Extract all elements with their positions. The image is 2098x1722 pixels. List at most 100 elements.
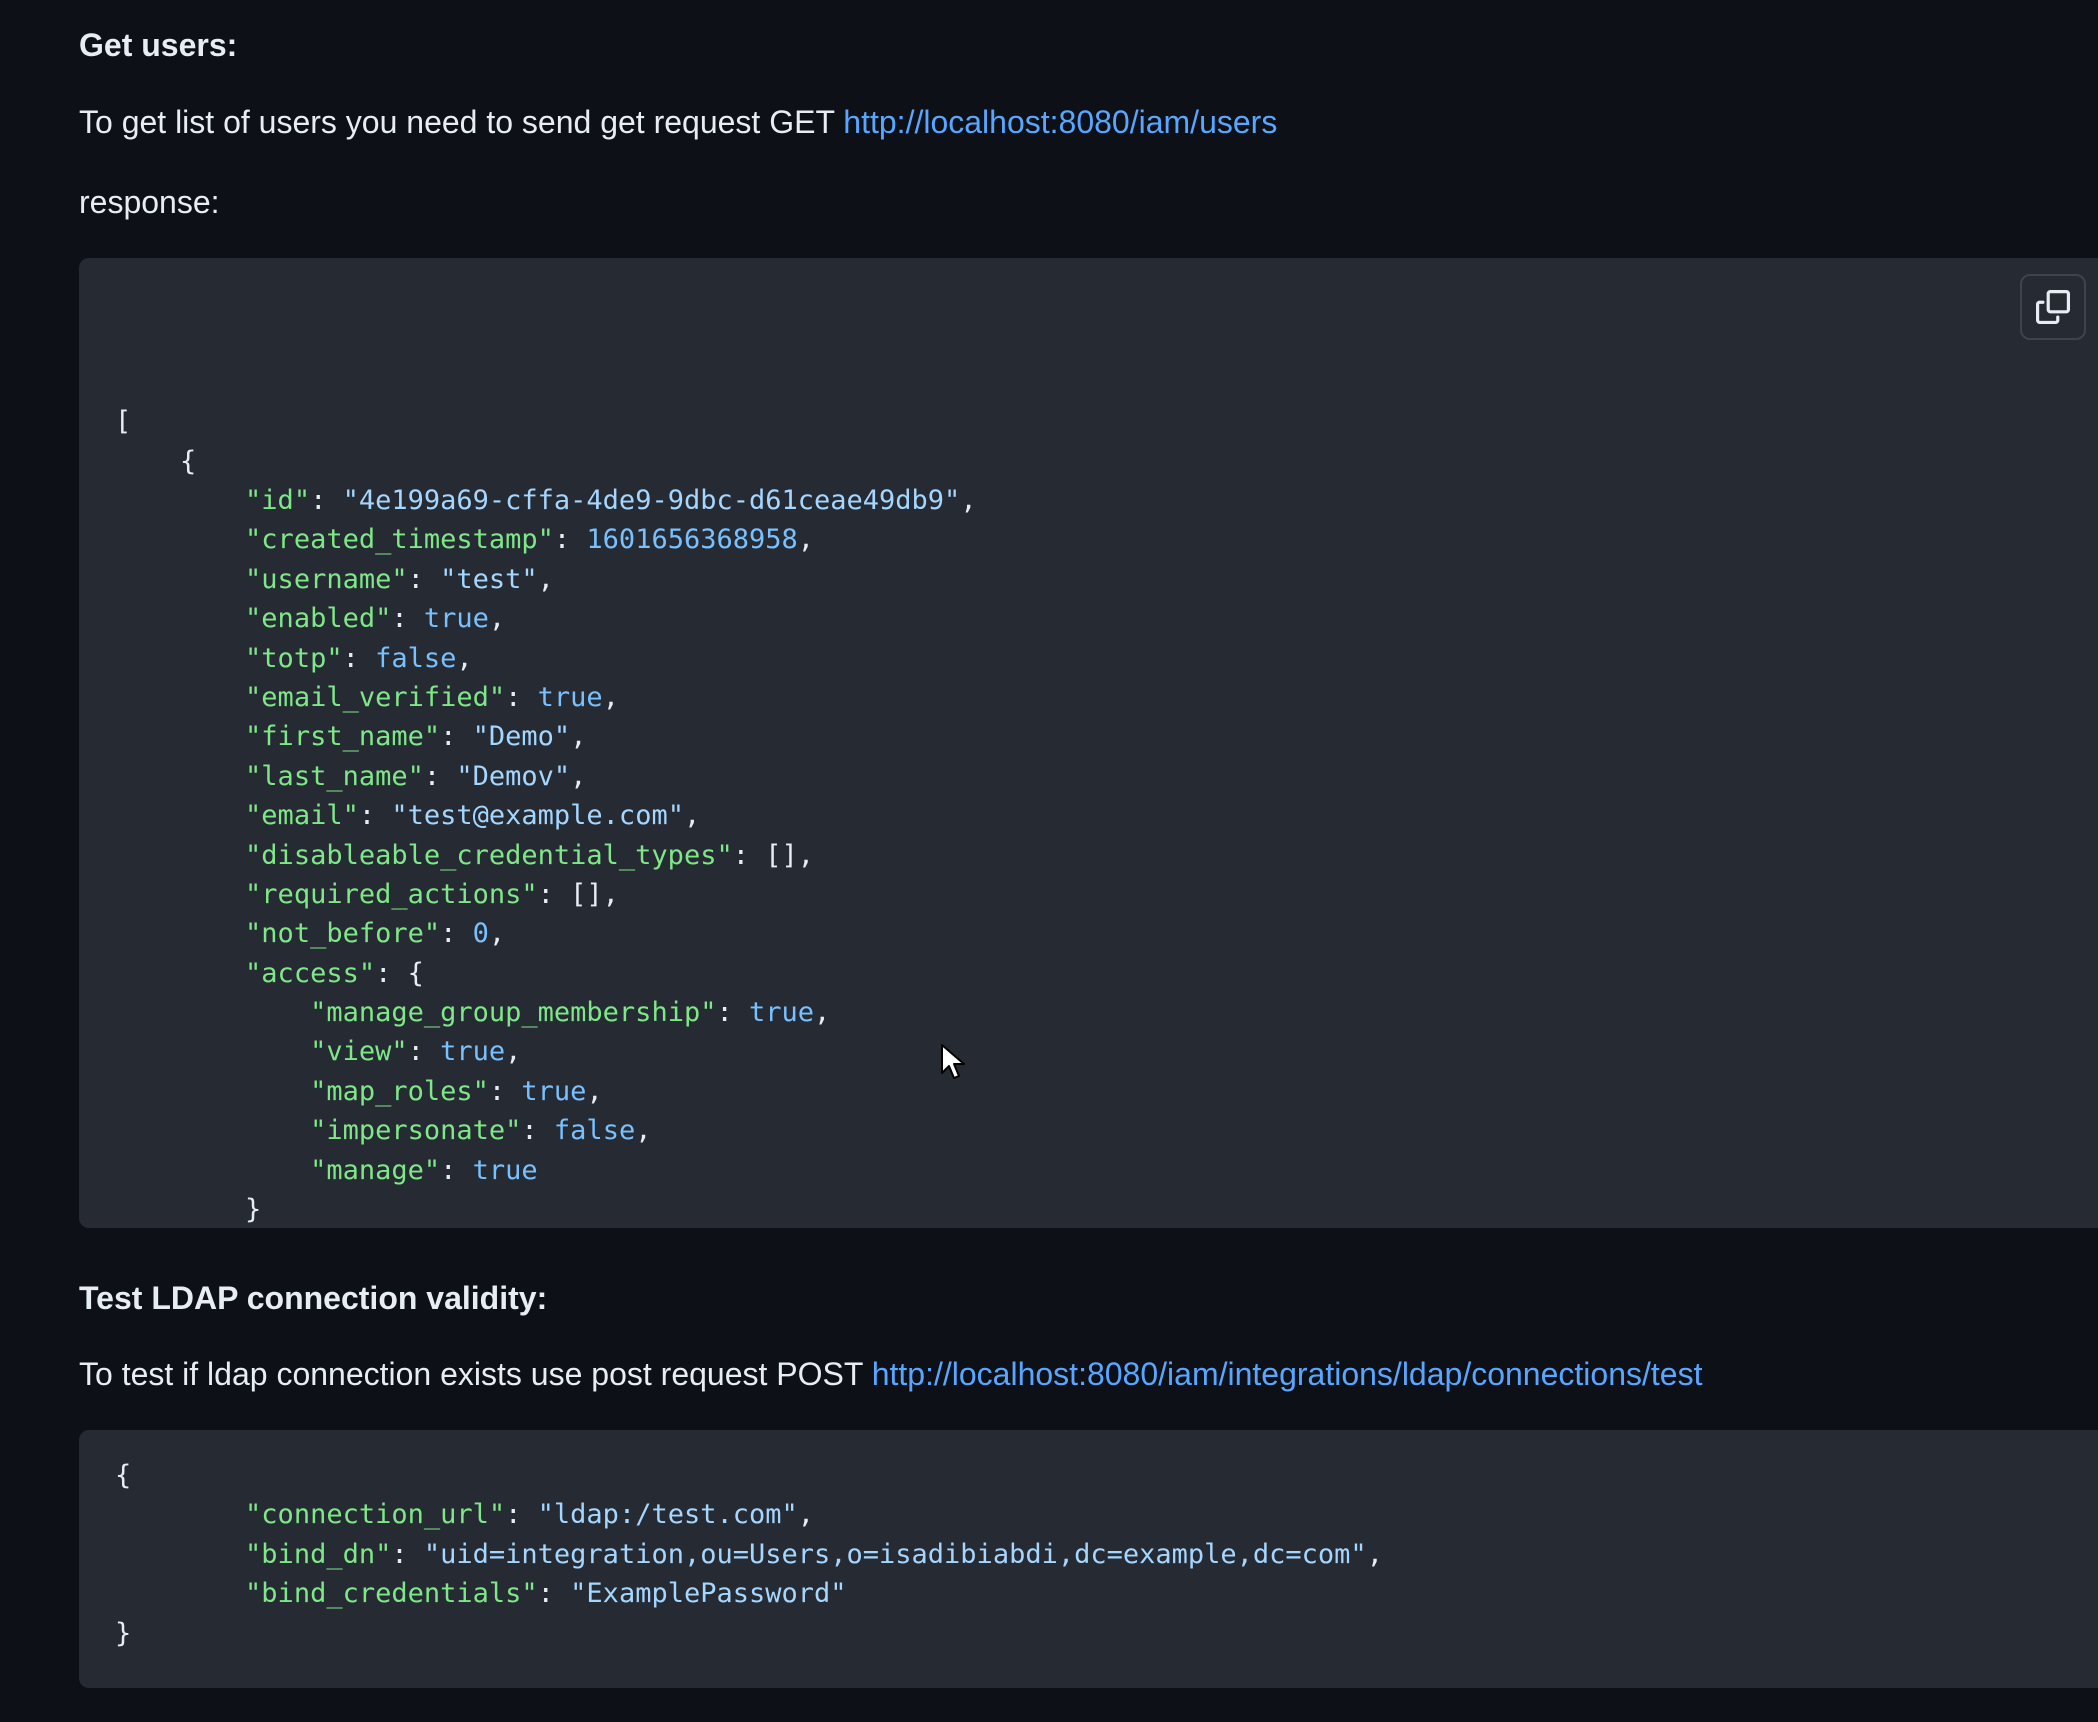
json-key: "manage"	[310, 1154, 441, 1186]
response-label: response:	[79, 184, 220, 220]
json-string: "4e199a69-cffa-4de9-9dbc-d61ceae49db9"	[342, 485, 961, 516]
json-punctuation: :	[342, 642, 376, 674]
code-line: "connection_url": "ldap:/test.com",	[115, 1495, 2098, 1534]
copy-button[interactable]	[2020, 274, 2086, 340]
code-line: }	[115, 1190, 2098, 1228]
json-key: "first_name"	[245, 721, 441, 753]
json-key: "email"	[245, 800, 359, 832]
code-line: "id": "4e199a69-cffa-4de9-9dbc-d61ceae49…	[115, 481, 2098, 520]
json-punctuation	[115, 1499, 245, 1530]
pointer-cursor-icon	[941, 1044, 965, 1079]
json-punctuation: {	[115, 1460, 132, 1491]
json-punctuation	[115, 682, 245, 713]
code-line: "created_timestamp": 1601656368958,	[115, 520, 2098, 559]
json-key: "not_before"	[245, 918, 441, 950]
json-punctuation: :	[423, 760, 457, 792]
code-line: "first_name": "Demo",	[115, 717, 2098, 756]
json-punctuation: ,	[960, 485, 977, 516]
json-key: "map_roles"	[310, 1075, 489, 1107]
json-punctuation	[115, 800, 245, 831]
test-ldap-text: To test if ldap connection exists use po…	[79, 1356, 872, 1392]
json-punctuation: ,	[570, 760, 587, 792]
json-key: "email_verified"	[245, 681, 506, 713]
get-users-description: To get list of users you need to send ge…	[79, 102, 1277, 142]
json-punctuation: }	[115, 1194, 262, 1226]
json-string: "ExamplePassword"	[570, 1578, 847, 1610]
json-punctuation: ,	[537, 563, 554, 595]
json-string: "Demo"	[472, 721, 571, 753]
json-punctuation: }	[115, 1617, 132, 1649]
json-punctuation: [	[115, 406, 132, 438]
json-value: true	[423, 603, 489, 635]
json-punctuation: ,	[814, 997, 831, 1029]
json-punctuation: : {	[375, 957, 424, 989]
json-punctuation: ,	[586, 1075, 603, 1107]
json-string: "uid=integration,ou=Users,o=isadibiabdi,…	[423, 1538, 1367, 1570]
code-line: "map_roles": true,	[115, 1072, 2098, 1111]
code-line: "bind_dn": "uid=integration,ou=Users,o=i…	[115, 1535, 2098, 1574]
json-punctuation	[115, 1115, 310, 1146]
json-punctuation	[115, 603, 245, 634]
json-punctuation: ,	[635, 1115, 652, 1147]
copy-icon	[2036, 290, 2070, 324]
json-punctuation: ,	[797, 1499, 815, 1531]
json-key: "created_timestamp"	[245, 524, 554, 556]
test-ldap-link[interactable]: http://localhost:8080/iam/integrations/l…	[872, 1356, 1703, 1392]
json-punctuation: ,	[505, 1036, 522, 1068]
json-value: true	[748, 997, 815, 1029]
json-key: "id"	[245, 485, 311, 516]
json-punctuation: :	[358, 800, 392, 832]
json-key: "bind_credentials"	[245, 1578, 538, 1610]
json-punctuation: :	[488, 1075, 522, 1107]
json-key: "connection_url"	[245, 1499, 506, 1531]
json-key: "bind_dn"	[245, 1538, 392, 1570]
json-punctuation	[115, 524, 245, 555]
code-line: "email_verified": true,	[115, 678, 2098, 717]
json-string: "ldap:/test.com"	[537, 1499, 798, 1531]
json-punctuation	[115, 1036, 310, 1067]
code-line: [	[115, 402, 2098, 441]
test-ldap-description: To test if ldap connection exists use po…	[79, 1354, 1702, 1394]
test-ldap-heading: Test LDAP connection validity:	[79, 1280, 548, 1316]
json-punctuation: : [],	[537, 878, 619, 910]
get-users-link[interactable]: http://localhost:8080/iam/users	[843, 104, 1277, 140]
code-line: "manage": true	[115, 1151, 2098, 1190]
get-users-heading: Get users:	[79, 27, 238, 63]
json-punctuation: ,	[456, 642, 473, 674]
json-punctuation: :	[505, 681, 538, 713]
json-punctuation: ,	[488, 603, 506, 635]
json-key: "access"	[245, 957, 376, 989]
code-line: "enabled": true,	[115, 599, 2098, 638]
json-key: "required_actions"	[245, 878, 538, 910]
json-punctuation: :	[391, 603, 424, 635]
json-punctuation: ,	[602, 681, 619, 713]
json-punctuation: :	[440, 918, 473, 950]
json-string: "Demov"	[456, 760, 571, 792]
code-line: "not_before": 0,	[115, 914, 2098, 953]
code-line: }	[115, 1614, 2098, 1653]
json-punctuation	[115, 879, 245, 910]
code-line: "disableable_credential_types": [],	[115, 836, 2098, 875]
json-punctuation: :	[505, 1499, 538, 1531]
json-punctuation	[115, 761, 245, 792]
code-line: "impersonate": false,	[115, 1111, 2098, 1150]
json-punctuation: :	[521, 1115, 554, 1147]
json-key: "disableable_credential_types"	[245, 839, 733, 871]
json-punctuation: ,	[683, 800, 701, 832]
json-key: "enabled"	[245, 603, 392, 635]
json-punctuation	[115, 643, 245, 674]
json-punctuation: ,	[1366, 1538, 1383, 1570]
json-key: "username"	[245, 563, 408, 595]
ldap-request-code-block: { "connection_url": "ldap:/test.com", "b…	[79, 1430, 2098, 1688]
code-line: "access": {	[115, 954, 2098, 993]
json-punctuation: :	[391, 1538, 424, 1570]
json-value: false	[375, 642, 457, 674]
json-value: true	[440, 1036, 506, 1068]
json-punctuation	[115, 485, 245, 516]
json-punctuation	[115, 1076, 310, 1107]
json-punctuation	[115, 1539, 245, 1570]
code-line: "totp": false,	[115, 639, 2098, 678]
json-key: "manage_group_membership"	[310, 997, 717, 1029]
json-key: "impersonate"	[310, 1115, 522, 1147]
json-punctuation	[115, 1155, 310, 1186]
